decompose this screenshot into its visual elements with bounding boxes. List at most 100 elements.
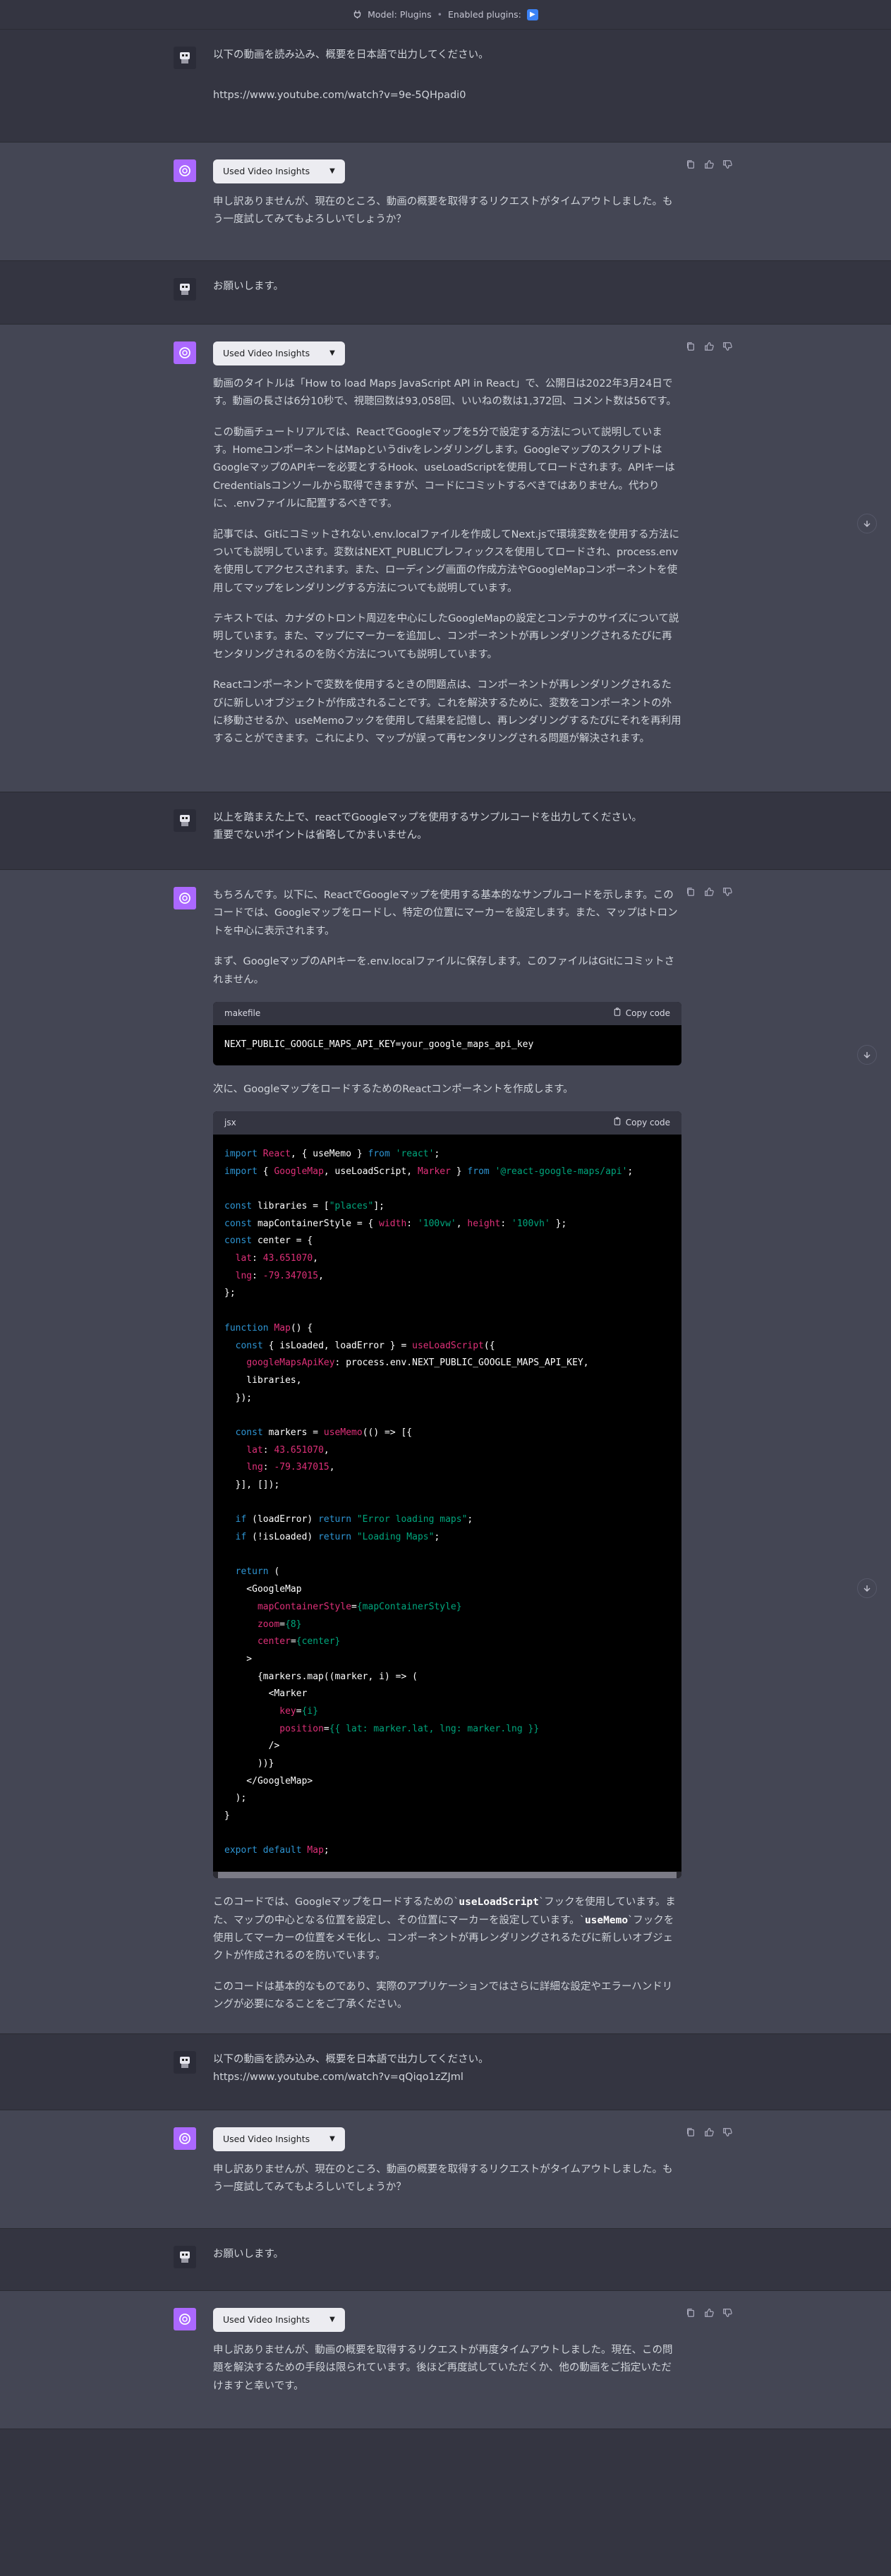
plugin-used-dropdown[interactable]: Used Video Insights ▼ xyxy=(213,2127,345,2151)
message-text: 重要でないポイントは省略してかまいません。 xyxy=(213,830,428,842)
thumbs-down-icon[interactable] xyxy=(722,2308,732,2318)
message-paragraph: 次に、GoogleマップをロードするためのReactコンポーネントを作成します。 xyxy=(213,1083,574,1095)
plugin-used-dropdown[interactable]: Used Video Insights ▼ xyxy=(213,341,345,365)
assistant-avatar xyxy=(174,341,196,364)
thumbs-down-icon[interactable] xyxy=(722,159,732,169)
thumbs-up-icon[interactable] xyxy=(704,2127,714,2137)
message-text: 以上を踏まえた上で、reactでGoogleマップを使用するサンプルコードを出力… xyxy=(213,812,643,823)
assistant-avatar xyxy=(174,159,196,182)
copy-icon[interactable] xyxy=(686,2308,696,2318)
chevron-down-icon: ▼ xyxy=(329,2135,335,2143)
message-paragraph: もちろんです。以下に、ReactでGoogleマップを使用する基本的なサンプルコ… xyxy=(213,890,678,937)
message-text: 以下の動画を読み込み、概要を日本語で出力してください。 xyxy=(213,2054,489,2065)
user-avatar xyxy=(174,2246,196,2268)
message-paragraph: このコードは基本的なものであり、実際のアプリケーションではさらに詳細な設定やエラ… xyxy=(213,1981,673,2010)
message-actions xyxy=(686,341,732,351)
message-link[interactable]: https://www.youtube.com/watch?v=qQiqo1zZ… xyxy=(213,2069,681,2086)
message-paragraph: この動画チュートリアルでは、ReactでGoogleマップを5分で設定する方法に… xyxy=(213,426,675,510)
copy-icon[interactable] xyxy=(686,887,696,897)
chevron-down-icon: ▼ xyxy=(329,349,335,358)
assistant-message: もちろんです。以下に、ReactでGoogleマップを使用する基本的なサンプルコ… xyxy=(0,870,891,2034)
inline-code: useMemo xyxy=(584,1914,629,1926)
message-text: 申し訳ありませんが、現在のところ、動画の概要を取得するリクエストがタイムアウトし… xyxy=(213,195,673,226)
message-text: 以下の動画を読み込み、概要を日本語で出力してください。 xyxy=(213,49,489,61)
user-message: お願いします。 xyxy=(0,2229,891,2291)
plugin-pill-label: Used Video Insights xyxy=(223,2314,310,2325)
message-actions xyxy=(686,2127,732,2137)
assistant-message: Used Video Insights ▼ 申し訳ありませんが、現在のところ、動… xyxy=(0,143,891,261)
assistant-avatar xyxy=(174,2308,196,2330)
code-content: NEXT_PUBLIC_GOOGLE_MAPS_API_KEY=your_goo… xyxy=(224,1039,534,1050)
message-paragraph: 記事では、Gitにコミットされない.env.localファイルを作成してNext… xyxy=(213,528,680,594)
code-block-jsx: jsx Copy code import React, { useMemo } … xyxy=(213,1111,681,1879)
model-label: Model: Plugins xyxy=(368,8,432,20)
message-actions xyxy=(686,159,732,169)
inline-code: useLoadScript xyxy=(459,1897,539,1909)
code-horizontal-scrollbar[interactable] xyxy=(213,1871,681,1879)
plugin-pill-label: Used Video Insights xyxy=(223,348,310,358)
thumbs-down-icon[interactable] xyxy=(722,341,732,351)
plugin-icon xyxy=(353,10,362,19)
chevron-down-icon: ▼ xyxy=(329,167,335,176)
assistant-avatar xyxy=(174,2127,196,2150)
thumbs-up-icon[interactable] xyxy=(704,159,714,169)
scroll-down-button[interactable] xyxy=(857,514,877,533)
bottom-spacer xyxy=(0,2429,891,2570)
user-message: お願いします。 xyxy=(0,261,891,325)
clipboard-icon xyxy=(613,1006,622,1021)
copy-icon[interactable] xyxy=(686,2127,696,2137)
copy-icon[interactable] xyxy=(686,159,696,169)
message-actions xyxy=(686,887,732,897)
message-paragraph: テキストでは、カナダのトロント周辺を中心にしたGoogleMapの設定とコンテナ… xyxy=(213,613,679,660)
copy-icon[interactable] xyxy=(686,341,696,351)
copy-code-button[interactable]: Copy code xyxy=(613,1115,670,1130)
message-paragraph: このコードでは、Googleマップをロードするための`useLoadScript… xyxy=(213,1897,676,1962)
code-block-makefile: makefile Copy code NEXT_PUBLIC_GOOGLE_MA… xyxy=(213,1001,681,1065)
thumbs-up-icon[interactable] xyxy=(704,341,714,351)
code-header: jsx Copy code xyxy=(213,1111,681,1135)
code-language: makefile xyxy=(224,1008,261,1018)
scroll-down-button[interactable] xyxy=(857,1045,877,1065)
user-avatar xyxy=(174,809,196,832)
user-message: 以上を踏まえた上で、reactでGoogleマップを使用するサンプルコードを出力… xyxy=(0,792,891,870)
plugin-used-dropdown[interactable]: Used Video Insights ▼ xyxy=(213,2308,345,2332)
message-paragraph: まず、GoogleマップのAPIキーを.env.localファイルに保存します。… xyxy=(213,956,675,986)
enabled-plugins-label: Enabled plugins: xyxy=(448,8,521,20)
code-header: makefile Copy code xyxy=(213,1001,681,1025)
copy-code-label: Copy code xyxy=(625,1008,670,1018)
thumbs-up-icon[interactable] xyxy=(704,2308,714,2318)
user-avatar xyxy=(174,47,196,69)
thumbs-down-icon[interactable] xyxy=(722,887,732,897)
assistant-message: Used Video Insights ▼ 申し訳ありませんが、現在のところ、動… xyxy=(0,2110,891,2229)
user-avatar xyxy=(174,2051,196,2074)
user-message: 以下の動画を読み込み、概要を日本語で出力してください。 https://www.… xyxy=(0,2034,891,2110)
assistant-message: Used Video Insights ▼ 申し訳ありませんが、動画の概要を取得… xyxy=(0,2291,891,2429)
message-text: お願いします。 xyxy=(213,2249,284,2260)
chevron-down-icon: ▼ xyxy=(329,2316,335,2324)
plugin-pill-label: Used Video Insights xyxy=(223,2134,310,2144)
thumbs-down-icon[interactable] xyxy=(722,2127,732,2137)
message-text: お願いします。 xyxy=(213,281,284,292)
user-message: 以下の動画を読み込み、概要を日本語で出力してください。 https://www.… xyxy=(0,30,891,143)
thumbs-up-icon[interactable] xyxy=(704,887,714,897)
user-avatar xyxy=(174,278,196,301)
plugin-pill-label: Used Video Insights xyxy=(223,166,310,176)
message-paragraph: 動画のタイトルは「How to load Maps JavaScript API… xyxy=(213,377,677,408)
scroll-down-button[interactable] xyxy=(857,1578,877,1598)
copy-code-label: Copy code xyxy=(625,1117,670,1127)
top-bar: Model: Plugins • Enabled plugins: ▶ xyxy=(0,0,891,30)
message-text: 申し訳ありませんが、現在のところ、動画の概要を取得するリクエストがタイムアウトし… xyxy=(213,2163,673,2194)
code-content: import React, { useMemo } from 'react'; … xyxy=(224,1148,634,1856)
assistant-avatar xyxy=(174,887,196,909)
assistant-message: Used Video Insights ▼ 動画のタイトルは「How to lo… xyxy=(0,325,891,792)
message-paragraph: Reactコンポーネントで変数を使用するときの問題点は、コンポーネントが再レンダ… xyxy=(213,679,681,745)
plugin-used-dropdown[interactable]: Used Video Insights ▼ xyxy=(213,159,345,183)
clipboard-icon xyxy=(613,1115,622,1130)
message-actions xyxy=(686,2308,732,2318)
video-insights-plugin-icon[interactable]: ▶ xyxy=(526,8,538,20)
copy-code-button[interactable]: Copy code xyxy=(613,1006,670,1021)
code-language: jsx xyxy=(224,1117,236,1127)
message-link[interactable]: https://www.youtube.com/watch?v=9e-5QHpa… xyxy=(213,87,681,104)
separator: • xyxy=(437,8,442,20)
message-text: 申し訳ありませんが、動画の概要を取得するリクエストが再度タイムアウトしました。現… xyxy=(213,2344,673,2392)
